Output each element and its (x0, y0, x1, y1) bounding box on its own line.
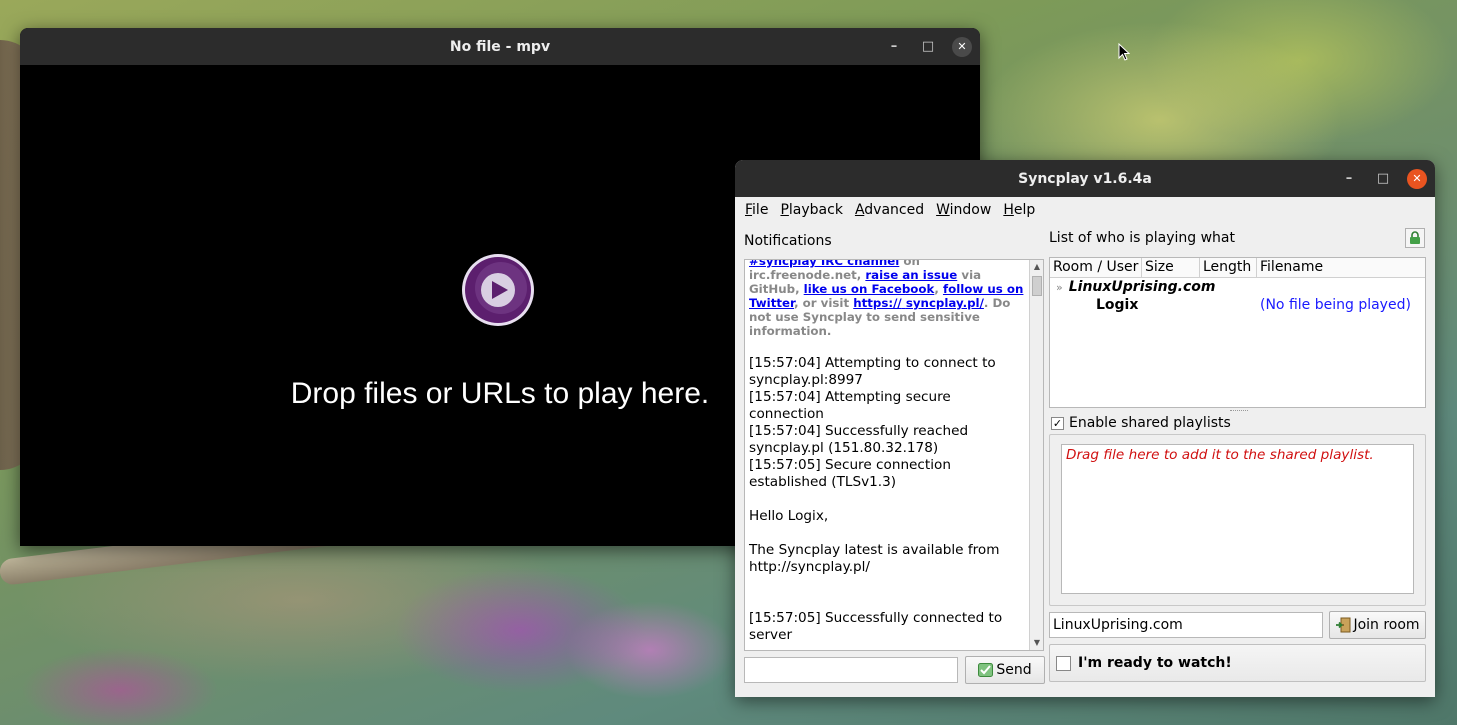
ready-checkbox[interactable] (1056, 655, 1071, 671)
mpv-titlebar[interactable]: No file - mpv – □ ✕ (20, 28, 980, 65)
lock-button[interactable] (1405, 228, 1425, 248)
scroll-down-icon[interactable]: ▼ (1032, 638, 1042, 648)
notification-message: [15:57:04] Attempting to connect to sync… (749, 355, 996, 388)
room-input[interactable]: LinuxUprising.com (1049, 612, 1323, 638)
userlist-label: List of who is playing what (1049, 230, 1235, 246)
close-icon[interactable]: ✕ (1407, 168, 1427, 189)
menu-help[interactable]: Help (997, 202, 1041, 218)
userlist-table[interactable]: Room / User Size Length Filename » LinuxU… (1049, 257, 1426, 408)
pane-splitter[interactable] (1230, 410, 1248, 413)
notification-message: [15:57:04] Attempting secure connection (749, 389, 951, 422)
syncplay-titlebar[interactable]: Syncplay v1.6.4a – □ ✕ (735, 160, 1435, 197)
maximize-icon[interactable]: □ (1373, 169, 1393, 189)
notification-message: [15:57:04] Successfully reached syncplay… (749, 423, 969, 456)
shared-playlists-checkbox[interactable]: ✓ (1051, 416, 1064, 430)
chat-input[interactable] (744, 657, 958, 683)
expand-arrow-icon[interactable]: » (1056, 281, 1063, 294)
send-icon (978, 663, 994, 677)
user-row-name[interactable]: Logix (1096, 296, 1138, 314)
raise-issue-link[interactable]: raise an issue (865, 268, 957, 282)
send-label: Send (996, 662, 1032, 678)
notifications-content: #syncplay IRC channel on irc.freenode.ne… (749, 260, 1025, 644)
shared-playlist-group: Drag file here to add it to the shared p… (1049, 434, 1426, 606)
menu-file[interactable]: File (739, 202, 774, 218)
join-room-label: Join room (1353, 617, 1420, 633)
playlist-hint: Drag file here to add it to the shared p… (1066, 447, 1374, 463)
join-room-button[interactable]: Join room (1329, 611, 1426, 639)
room-row[interactable]: » LinuxUprising.com (1056, 278, 1215, 297)
maximize-icon[interactable]: □ (918, 37, 938, 57)
notifications-label: Notifications (744, 233, 832, 249)
syncplay-window: Syncplay v1.6.4a – □ ✕ File Playback Adv… (735, 160, 1435, 697)
userlist-header: Room / User Size Length Filename (1050, 258, 1425, 278)
notifications-scrollbar[interactable]: ▲ ▼ (1029, 260, 1043, 650)
notifications-panel[interactable]: #syncplay IRC channel on irc.freenode.ne… (744, 259, 1044, 651)
irc-channel-link[interactable]: #syncplay IRC channel (749, 260, 899, 268)
ready-to-watch-toggle[interactable]: I'm ready to watch! (1049, 644, 1426, 682)
hello-message: Hello Logix, (749, 508, 829, 524)
ready-label: I'm ready to watch! (1078, 655, 1232, 671)
door-enter-icon (1336, 617, 1351, 633)
minimize-icon[interactable]: – (1339, 169, 1359, 189)
shared-playlists-label: Enable shared playlists (1069, 415, 1231, 431)
shared-playlists-toggle[interactable]: ✓ Enable shared playlists (1051, 415, 1231, 431)
notification-message: [15:57:05] Secure connection established… (749, 457, 951, 490)
latest-version-message: The Syncplay latest is available from ht… (749, 542, 1000, 575)
website-link[interactable]: https:// syncplay.pl/ (853, 296, 984, 310)
connected-message: [15:57:05] Successfully connected to ser… (749, 610, 1003, 643)
menu-bar: File Playback Advanced Window Help (735, 197, 1435, 223)
send-button[interactable]: Send (965, 656, 1045, 684)
menu-playback[interactable]: Playback (774, 202, 848, 218)
mouse-pointer-icon (1118, 43, 1130, 61)
menu-advanced[interactable]: Advanced (849, 202, 930, 218)
column-header-filename[interactable]: Filename (1257, 258, 1425, 277)
scroll-thumb[interactable] (1032, 276, 1042, 296)
intro-text: #syncplay IRC channel on irc.freenode.ne… (749, 260, 1025, 338)
minimize-icon[interactable]: – (884, 37, 904, 57)
scroll-up-icon[interactable]: ▲ (1032, 262, 1042, 272)
column-header-length[interactable]: Length (1200, 258, 1257, 277)
close-icon[interactable]: ✕ (952, 36, 972, 57)
lock-icon (1410, 231, 1420, 244)
mpv-window-controls: – □ ✕ (884, 28, 972, 65)
column-header-size[interactable]: Size (1142, 258, 1200, 277)
mpv-logo-icon (462, 254, 534, 326)
shared-playlist-dropzone[interactable]: Drag file here to add it to the shared p… (1061, 444, 1414, 594)
column-header-room-user[interactable]: Room / User (1050, 258, 1142, 277)
facebook-link[interactable]: like us on Facebook (804, 282, 935, 296)
mpv-window-title: No file - mpv (449, 38, 551, 55)
syncplay-window-title: Syncplay v1.6.4a (1018, 170, 1152, 187)
syncplay-window-controls: – □ ✕ (1339, 160, 1427, 197)
menu-window[interactable]: Window (930, 202, 997, 218)
user-row-filename: (No file being played) (1260, 297, 1411, 313)
